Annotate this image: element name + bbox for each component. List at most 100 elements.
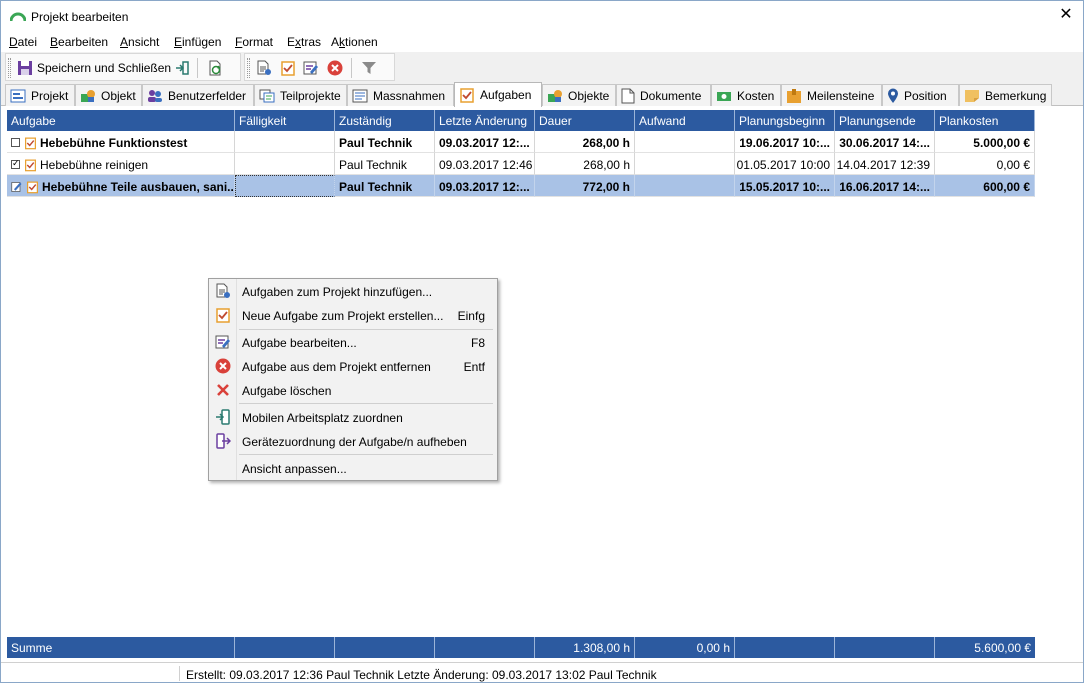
refresh-icon [209, 60, 221, 76]
column-header-faelligkeit[interactable]: Fälligkeit [235, 110, 335, 131]
delete-x-icon [217, 384, 229, 396]
menu-extras[interactable]: Extras [287, 35, 321, 49]
effort-cell[interactable] [635, 175, 735, 197]
assignee-cell[interactable]: Paul Technik [335, 153, 435, 175]
exit-button[interactable] [174, 58, 190, 78]
tab-massnahmen[interactable]: Massnahmen [347, 84, 454, 106]
table-row-selected[interactable]: Hebebühne Teile ausbauen, sani... Paul T… [7, 175, 1035, 197]
planned-start-cell[interactable]: 19.06.2017 10:... [735, 131, 835, 153]
table-row[interactable]: Hebebühne Funktionstest Paul Technik 09.… [7, 131, 1035, 153]
ctx-new-task[interactable]: Neue Aufgabe zum Projekt erstellen... Ei… [209, 304, 497, 326]
ctx-customize-view[interactable]: Ansicht anpassen... [209, 457, 497, 479]
tab-label: Massnahmen [373, 88, 446, 103]
planned-start-cell[interactable]: 01.05.2017 10:00 [735, 153, 835, 175]
task-name: Hebebühne reinigen [40, 158, 149, 172]
edit-pencil-icon [11, 181, 22, 192]
tab-objekte[interactable]: Objekte [542, 84, 616, 106]
ctx-delete-task[interactable]: Aufgabe löschen [209, 379, 497, 401]
tab-aufgaben[interactable]: Aufgaben [454, 82, 542, 107]
due-cell[interactable] [235, 131, 335, 153]
row-checkbox[interactable] [11, 158, 20, 170]
toolbar-group-tasks [244, 53, 395, 81]
ctx-assign-device[interactable]: Mobilen Arbeitsplatz zuordnen [209, 406, 497, 428]
ctx-add-tasks[interactable]: Aufgaben zum Projekt hinzufügen... [209, 280, 497, 302]
table-row[interactable]: Hebebühne reinigen Paul Technik 09.03.20… [7, 153, 1035, 175]
unassign-device-icon [216, 433, 231, 449]
planned-cost-cell[interactable]: 0,00 € [935, 153, 1035, 175]
tab-projekt[interactable]: Projekt [5, 84, 75, 106]
menu-aktionen[interactable]: Aktionen [331, 35, 378, 49]
remove-button[interactable] [327, 58, 343, 78]
tab-objekt[interactable]: Objekt [75, 84, 142, 106]
close-window-button[interactable]: ✕ [1058, 6, 1074, 24]
filter-button[interactable] [361, 58, 377, 78]
ctx-separator [239, 454, 493, 455]
add-tasks-icon [257, 60, 271, 75]
tab-dokumente[interactable]: Dokumente [616, 84, 711, 106]
duration-cell[interactable]: 268,00 h [535, 153, 635, 175]
menu-ansicht[interactable]: Ansicht [120, 35, 159, 49]
grid-header: Aufgabe Fälligkeit Zuständig Letzte Ände… [7, 110, 1035, 131]
planned-end-cell[interactable]: 30.06.2017 14:... [835, 131, 935, 153]
assignee-cell[interactable]: Paul Technik [335, 131, 435, 153]
tab-teilprojekte[interactable]: Teilprojekte [254, 84, 347, 106]
toolbar-grip[interactable] [8, 58, 11, 78]
duration-cell[interactable]: 772,00 h [535, 175, 635, 197]
ctx-edit-task[interactable]: Aufgabe bearbeiten... F8 [209, 331, 497, 353]
toolbar-grip-2[interactable] [247, 58, 250, 78]
column-header-aufgabe[interactable]: Aufgabe [7, 110, 235, 131]
last-change-cell[interactable]: 09.03.2017 12:... [435, 131, 535, 153]
task-name-cell[interactable]: Hebebühne Teile ausbauen, sani... [7, 175, 235, 197]
effort-cell[interactable] [635, 153, 735, 175]
due-cell[interactable] [235, 175, 335, 197]
edit-task-icon [303, 61, 318, 75]
new-task-button[interactable] [280, 58, 296, 78]
ctx-label: Gerätezuordnung der Aufgabe/n aufheben [242, 435, 467, 449]
costs-icon [717, 91, 731, 101]
tab-benutzerfelder[interactable]: Benutzerfelder [142, 84, 254, 106]
assignee-cell[interactable]: Paul Technik [335, 175, 435, 197]
tab-bemerkung[interactable]: Bemerkung [959, 84, 1052, 106]
tab-meilensteine[interactable]: Meilensteine [781, 84, 882, 106]
menu-einfuegen[interactable]: Einfügen [174, 35, 221, 49]
ctx-label: Aufgabe löschen [242, 384, 332, 398]
task-name-cell[interactable]: Hebebühne reinigen [7, 153, 235, 175]
tab-position[interactable]: Position [882, 84, 959, 106]
planned-cost-cell[interactable]: 600,00 € [935, 175, 1035, 197]
filter-icon [362, 62, 376, 74]
menu-bearbeiten[interactable]: Bearbeiten [50, 35, 108, 49]
ctx-label: Aufgabe aus dem Projekt entfernen [242, 360, 431, 374]
refresh-button[interactable] [207, 58, 223, 78]
position-icon [888, 88, 898, 103]
column-header-letzte-aenderung[interactable]: Letzte Änderung [435, 110, 535, 131]
effort-cell[interactable] [635, 131, 735, 153]
planned-start-cell[interactable]: 15.05.2017 10:... [735, 175, 835, 197]
menu-datei[interactable]: Datei [9, 35, 37, 49]
ctx-separator [239, 403, 493, 404]
row-checkbox[interactable] [11, 138, 20, 148]
task-name-cell[interactable]: Hebebühne Funktionstest [7, 131, 235, 153]
last-change-cell[interactable]: 09.03.2017 12:... [435, 175, 535, 197]
add-tasks-button[interactable] [256, 58, 272, 78]
duration-cell[interactable]: 268,00 h [535, 131, 635, 153]
status-divider [179, 666, 180, 681]
planned-end-cell[interactable]: 16.06.2017 14:... [835, 175, 935, 197]
ctx-remove-from-project[interactable]: Aufgabe aus dem Projekt entfernen Entf [209, 355, 497, 377]
edit-task-button[interactable] [303, 58, 319, 78]
menu-format[interactable]: Format [235, 35, 273, 49]
ctx-unassign-device[interactable]: Gerätezuordnung der Aufgabe/n aufheben [209, 430, 497, 452]
column-header-planungsbeginn[interactable]: Planungsbeginn [735, 110, 835, 131]
column-header-planungsende[interactable]: Planungsende [835, 110, 935, 131]
column-header-plankosten[interactable]: Plankosten [935, 110, 1035, 131]
planned-cost-cell[interactable]: 5.000,00 € [935, 131, 1035, 153]
last-change-cell[interactable]: 09.03.2017 12:46 [435, 153, 535, 175]
save-and-close-button[interactable]: Speichern und Schließen [17, 58, 171, 78]
column-header-zustaendig[interactable]: Zuständig [335, 110, 435, 131]
task-name: Hebebühne Funktionstest [40, 136, 188, 150]
due-cell[interactable] [235, 153, 335, 175]
column-header-dauer[interactable]: Dauer [535, 110, 635, 131]
tab-label: Aufgaben [480, 88, 532, 102]
tab-kosten[interactable]: Kosten [711, 84, 781, 106]
planned-end-cell[interactable]: 14.04.2017 12:39 [835, 153, 935, 175]
column-header-aufwand[interactable]: Aufwand [635, 110, 735, 131]
